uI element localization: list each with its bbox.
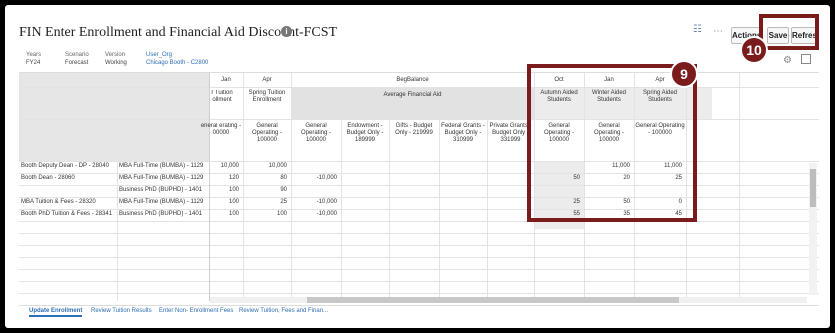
data-cell[interactable]: -10,000 — [291, 199, 337, 205]
scrollbar-thumb[interactable] — [307, 297, 679, 303]
row-program-label: MBA Full-Time (BUMBA) - 1129 — [119, 163, 204, 169]
pov-scenario[interactable]: Scenario Forecast — [65, 51, 89, 67]
period-header: Apr — [262, 77, 272, 83]
grid-line — [291, 73, 292, 301]
grid-line — [19, 269, 819, 270]
pov-years[interactable]: Years FY24 — [26, 51, 41, 67]
vertical-scrollbar[interactable] — [809, 163, 817, 295]
data-cell[interactable]: 10,000 — [209, 163, 239, 169]
grid-line — [19, 197, 819, 198]
pov-label: Scenario — [65, 52, 89, 58]
row-program-label: Business PhD (BUPHD) - 1401 — [119, 211, 203, 217]
account-header: Federal Grants - Budget Only - 310999 — [441, 123, 485, 143]
callout-badge-9: 9 — [670, 60, 698, 88]
tab-update-enrollment[interactable]: Update Enrollment — [29, 308, 83, 317]
row-org-label: MBA Tuition & Fees - 28320 — [21, 199, 96, 205]
tab-review-tuition-results[interactable]: Review Tuition Results — [91, 308, 152, 314]
save-icon[interactable] — [801, 54, 811, 64]
grid-line — [19, 245, 819, 246]
pov-label: Version — [105, 52, 126, 58]
pov-label: User_Org — [146, 52, 173, 58]
pov-value: Chicago Booth - C2800 — [146, 60, 209, 66]
grid-line — [19, 161, 819, 162]
callout-highlight-10 — [759, 14, 819, 50]
grid-line — [19, 281, 819, 282]
data-cell[interactable]: 100 — [209, 199, 239, 205]
sub-header: Average Financial Aid — [383, 92, 442, 98]
row-program-label: Business PhD (BUPHD) - 1401 — [119, 187, 203, 193]
grid-line — [389, 119, 390, 301]
grid-line — [19, 209, 819, 210]
form-window: FIN Enter Enrollment and Financial Aid D… — [5, 5, 830, 328]
data-cell[interactable]: -10,000 — [291, 175, 337, 181]
data-cell[interactable]: 25 — [243, 199, 287, 205]
pov-value: FY24 — [26, 60, 41, 66]
account-header: eneral erating - 00000 — [200, 123, 242, 136]
row-program-label: MBA Full-Time (BUMBA) - 1129 — [119, 199, 204, 205]
grid-line — [739, 73, 740, 301]
grid-line — [487, 119, 488, 301]
row-program-label: MBA Full-Time (BUMBA) - 1129 — [119, 175, 204, 181]
account-header: General Operating - 100000 — [300, 123, 331, 143]
scrollbar-thumb[interactable] — [810, 169, 816, 207]
tab-review-tuition-fees[interactable]: Review Tuition, Fees and Finan... — [239, 308, 328, 314]
horizontal-scrollbar[interactable] — [210, 297, 807, 303]
grid-line — [19, 173, 819, 174]
callout-badge-10: 10 — [740, 36, 768, 64]
info-icon[interactable]: i — [281, 26, 292, 37]
account-header: Gifts - Budget Only - 219999 — [395, 123, 433, 136]
callout-highlight-9 — [527, 64, 697, 222]
data-cell[interactable]: 100 — [209, 211, 239, 217]
grid-line — [19, 185, 819, 186]
group-header: BegBalance — [396, 77, 429, 83]
measure-header: r Tuition ollment — [211, 90, 233, 103]
grid-line — [19, 221, 819, 222]
grid-line — [19, 233, 819, 234]
pov-value: Forecast — [65, 60, 89, 66]
account-header: General Operating - 100000 — [251, 123, 282, 143]
gear-icon[interactable]: ⚙ — [783, 55, 792, 66]
period-header: Jan — [221, 77, 231, 83]
data-cell[interactable]: -10,000 — [291, 211, 337, 217]
data-grid: Jan Apr BegBalance Oct Jan Apr r Tuition… — [19, 72, 819, 301]
pov-label: Years — [26, 52, 42, 58]
pov-value: Working — [105, 60, 127, 66]
grid-view-icon[interactable]: ☷ — [693, 24, 702, 35]
grid-line — [19, 87, 819, 88]
row-org-label: Booth Dean - 28060 — [21, 175, 75, 181]
grid-line — [19, 293, 819, 294]
grid-line — [341, 119, 342, 301]
more-options-icon[interactable]: ⋯ — [713, 26, 723, 37]
row-org-label: Booth PhD Tuition & Fees - 28341 — [21, 211, 113, 217]
tab-bar: Update Enrollment Review Tuition Results… — [19, 305, 819, 319]
row-org-label: Booth Deputy Dean - DP - 28040 — [21, 163, 109, 169]
data-cell[interactable]: 90 — [243, 187, 287, 193]
grid-line — [19, 119, 819, 120]
data-cell[interactable]: 120 — [209, 175, 239, 181]
data-cell[interactable]: 100 — [209, 187, 239, 193]
pov-version[interactable]: Version Working — [105, 51, 127, 67]
grid-line — [117, 161, 118, 301]
tab-enter-non-enrollment-fees[interactable]: Enter Non- Enrollment Fees — [159, 308, 233, 314]
data-cell[interactable]: 10,000 — [243, 163, 287, 169]
account-header: Endowment - Budget Only - 189999 — [346, 123, 384, 143]
data-cell[interactable]: 100 — [243, 211, 287, 217]
grid-line — [19, 257, 819, 258]
data-cell[interactable]: 80 — [243, 175, 287, 181]
pov-user-org[interactable]: User_Org Chicago Booth - C2800 — [146, 51, 222, 67]
measure-header: Spring Tuition Enrollment — [248, 90, 286, 103]
grid-line — [439, 119, 440, 301]
